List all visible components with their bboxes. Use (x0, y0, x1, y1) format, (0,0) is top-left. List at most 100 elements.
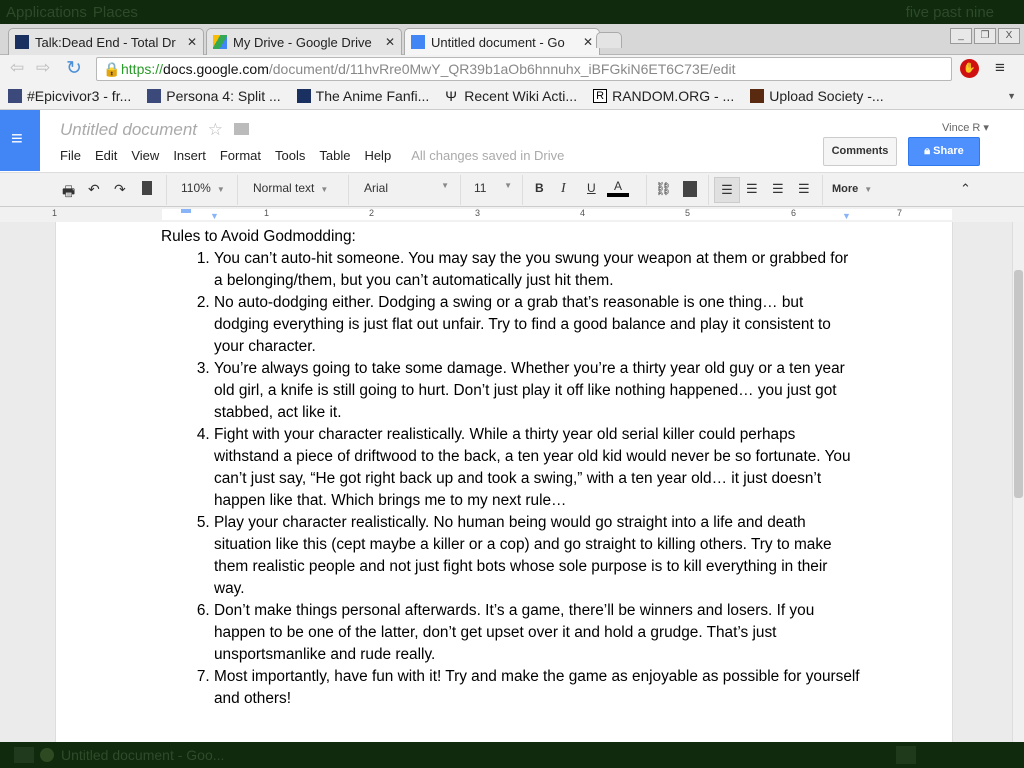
ruler-number: 6 (791, 208, 797, 218)
taskbar-window[interactable]: Untitled document - Goo... (61, 747, 224, 763)
bookmark[interactable]: #Epicvivor3 - fr... (8, 88, 131, 104)
bookmark[interactable]: Ψ Recent Wiki Acti... (445, 88, 577, 104)
underline-button[interactable]: U (587, 181, 596, 195)
formatting-toolbar: 🖶︎ ↶ ↷ 110% ▼ Normal text ▼ Arial ▼ 11 ▼ B I… (0, 172, 1024, 207)
ruler-margin (162, 209, 952, 220)
bold-button[interactable]: B (535, 181, 544, 195)
folder-icon[interactable] (233, 123, 249, 135)
new-tab-button[interactable] (596, 32, 622, 48)
docs-icon (411, 35, 425, 49)
list-item: Play your character realistically. No hu… (214, 512, 861, 600)
menu-edit[interactable]: Edit (95, 148, 117, 163)
back-icon[interactable]: ⇦ (10, 58, 24, 78)
list-item: Fight with your character realistically.… (214, 424, 861, 512)
upload-society-icon (750, 89, 765, 103)
ruler-number: 5 (685, 208, 691, 218)
menu-tools[interactable]: Tools (275, 148, 305, 163)
tab-strip: Talk:Dead End - Total Dr ✕ My Drive - Goo… (0, 24, 1024, 55)
font-select[interactable]: Arial ▼ (364, 181, 449, 195)
close-icon[interactable]: ✕ (385, 35, 395, 49)
left-indent-handle[interactable]: ▼ (210, 211, 219, 221)
save-status: All changes saved in Drive (411, 148, 565, 163)
close-icon[interactable]: ✕ (187, 35, 197, 49)
align-right-button[interactable]: ☰ (772, 181, 784, 197)
more-button[interactable]: More ▼ (832, 183, 872, 195)
clock[interactable]: five past nine (906, 4, 1024, 21)
chrome-icon (40, 748, 54, 762)
places-menu[interactable]: Places (93, 4, 138, 21)
italic-button[interactable]: I (561, 181, 566, 197)
user-account[interactable]: Vince R ▾ (942, 121, 989, 134)
comment-icon[interactable] (683, 181, 697, 197)
random-org-icon: R (593, 89, 608, 103)
list-item: You’re always going to take some damage.… (214, 358, 861, 424)
share-button[interactable]: 🔒︎ Share (908, 137, 980, 166)
system-panel: Applications Places five past nine (0, 0, 1024, 24)
paint-format-icon[interactable] (142, 181, 152, 195)
applications-menu[interactable]: Applications (6, 4, 87, 21)
menu-icon[interactable]: ≡ (995, 58, 1005, 78)
bookmark[interactable]: The Anime Fanfi... (296, 88, 429, 104)
wikia-icon (15, 35, 29, 49)
list-item: You can’t auto-hit someone. You may say … (214, 248, 861, 292)
menu-insert[interactable]: Insert (173, 148, 206, 163)
document-heading: Rules to Avoid Godmodding: (161, 228, 356, 245)
tab-untitled-document[interactable]: Untitled document - Go ✕ (404, 28, 600, 55)
justify-button[interactable]: ☰ (798, 181, 810, 197)
style-select[interactable]: Normal text ▼ (253, 181, 328, 195)
menu-format[interactable]: Format (220, 148, 261, 163)
align-center-button[interactable]: ☰ (746, 181, 758, 197)
first-line-indent-handle[interactable] (181, 209, 191, 213)
bookmark[interactable]: Persona 4: Split ... (147, 88, 281, 104)
menu-table[interactable]: Table (319, 148, 350, 163)
align-left-button[interactable]: ☰ (714, 177, 740, 203)
drive-icon (213, 35, 227, 49)
lock-icon: 🔒 (103, 61, 121, 77)
ruler-number: 2 (369, 208, 375, 218)
list-item: No auto-dodging either. Dodging a swing … (214, 292, 861, 358)
redo-icon[interactable]: ↷ (114, 181, 126, 198)
forward-icon[interactable]: ⇨ (36, 58, 50, 78)
bookmark[interactable]: Upload Society -... (750, 88, 884, 104)
chrome-tray-icon[interactable] (896, 746, 916, 764)
lock-icon: 🔒︎ (924, 145, 934, 157)
right-indent-handle[interactable]: ▼ (842, 211, 851, 221)
document-title[interactable]: Untitled document (60, 120, 197, 139)
reload-icon[interactable]: ↻ (66, 57, 82, 80)
bookmarks-bar: #Epicvivor3 - fr... Persona 4: Split ...… (0, 83, 1024, 110)
bookmarks-overflow-icon[interactable]: ▼ (1007, 91, 1016, 101)
close-window-button[interactable]: X (998, 28, 1020, 44)
menu-file[interactable]: File (60, 148, 81, 163)
document-body[interactable]: Rules to Avoid Godmodding: You can’t aut… (161, 226, 861, 710)
collapse-icon[interactable]: ⌃ (960, 181, 971, 197)
close-icon[interactable]: ✕ (583, 35, 593, 49)
ruler-number: 1 (264, 208, 270, 218)
address-bar[interactable]: 🔒 https://docs.google.com/document/d/11h… (96, 57, 952, 81)
list-item: Most importantly, have fun with it! Try … (214, 666, 861, 710)
bookmark[interactable]: R RANDOM.ORG - ... (593, 88, 734, 104)
tab-my-drive[interactable]: My Drive - Google Drive ✕ (206, 28, 402, 55)
minimize-button[interactable]: _ (950, 28, 972, 44)
rules-list: You can’t auto-hit someone. You may say … (161, 248, 861, 710)
maximize-button[interactable]: ❐ (974, 28, 996, 44)
show-desktop-icon[interactable] (14, 747, 34, 763)
ruler-number: 3 (475, 208, 481, 218)
link-icon[interactable]: ⛓ (655, 181, 672, 197)
star-icon[interactable]: ☆ (208, 120, 223, 139)
menu-bar: File Edit View Insert Format Tools Table… (60, 148, 564, 163)
ruler-number: 1 (52, 208, 58, 218)
scrollbar-thumb[interactable] (1014, 270, 1023, 498)
font-size-select[interactable]: 11 ▼ (474, 181, 512, 195)
wikia-icon (296, 89, 311, 103)
menu-view[interactable]: View (131, 148, 159, 163)
print-icon[interactable]: 🖶︎ (62, 181, 75, 205)
menu-help[interactable]: Help (364, 148, 391, 163)
zoom-select[interactable]: 110% ▼ (181, 181, 225, 195)
undo-icon[interactable]: ↶ (88, 181, 100, 198)
tab-talk-dead-end[interactable]: Talk:Dead End - Total Dr ✕ (8, 28, 204, 55)
text-color-button[interactable]: A (607, 179, 629, 197)
irc-icon (8, 89, 22, 103)
adblock-icon[interactable]: ✋ (960, 59, 979, 78)
comments-button[interactable]: Comments (823, 137, 897, 166)
docs-home-icon[interactable]: ≡ (0, 110, 40, 171)
